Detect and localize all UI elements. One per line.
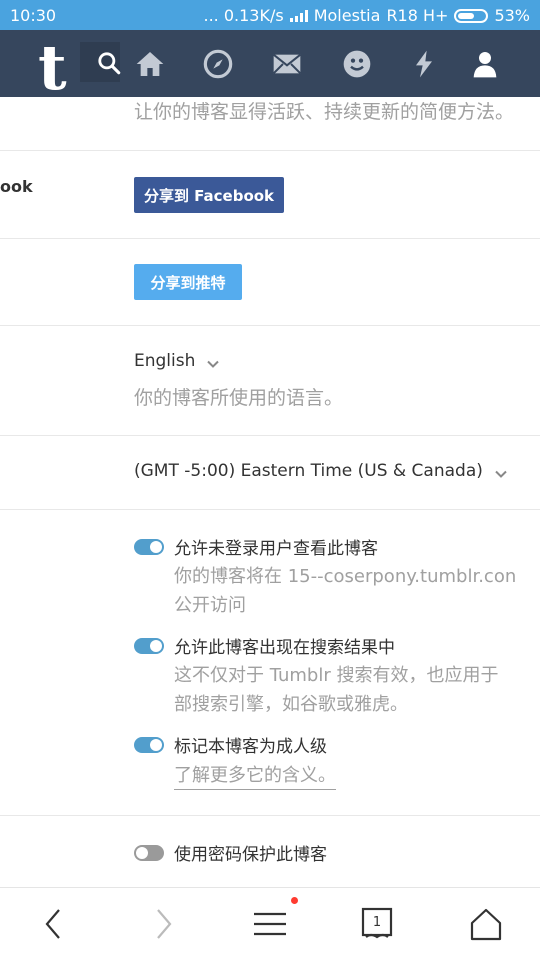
- search-icon[interactable]: [96, 50, 122, 76]
- tab-count: 1: [372, 915, 382, 930]
- publish-description: 让你的博客显得活跃、持续更新的简便方法。: [134, 101, 515, 123]
- battery-icon: [454, 8, 489, 23]
- notification-dot: [291, 897, 298, 904]
- toggle-knob: [150, 541, 162, 553]
- battery-level: 53%: [494, 6, 530, 25]
- user-icon[interactable]: [469, 48, 501, 80]
- toggle-public-access-label: 允许未登录用户查看此博客: [174, 539, 378, 559]
- toggle-adult-content[interactable]: [134, 737, 164, 753]
- divider: [0, 435, 540, 436]
- divider: [0, 150, 540, 151]
- language-value: English: [134, 351, 196, 371]
- home-icon[interactable]: [134, 48, 166, 80]
- back-icon[interactable]: [36, 906, 72, 942]
- top-nav-bar: t: [0, 30, 540, 99]
- browser-bottom-bar: 1: [0, 887, 540, 960]
- divider: [0, 815, 540, 816]
- toggle-public-access[interactable]: [134, 539, 164, 555]
- toggle-knob: [150, 739, 162, 751]
- toggle-knob: [136, 847, 148, 859]
- menu-icon[interactable]: [252, 906, 288, 942]
- compass-icon[interactable]: [202, 48, 234, 80]
- language-select[interactable]: English: [134, 351, 220, 371]
- toggle-password-protect-label: 使用密码保护此博客: [174, 845, 327, 865]
- status-time: 10:30: [10, 6, 57, 25]
- smiley-icon[interactable]: [341, 48, 373, 80]
- home-outline-icon[interactable]: [468, 906, 504, 942]
- share-facebook-button[interactable]: 分享到 Facebook: [134, 177, 284, 213]
- lightning-icon[interactable]: [408, 48, 440, 80]
- chevron-down-icon: [495, 465, 507, 478]
- toggle-search-visibility-desc-line1: 这不仅对于 Tumblr 搜索有效，也应用于: [174, 665, 499, 686]
- divider: [0, 325, 540, 326]
- divider: [0, 509, 540, 510]
- share-twitter-button[interactable]: 分享到推特: [134, 264, 242, 300]
- facebook-row-label: ook: [0, 177, 33, 196]
- toggle-knob: [150, 640, 162, 652]
- timezone-value: (GMT -5:00) Eastern Time (US & Canada): [134, 461, 483, 481]
- toggle-public-access-desc-line1: 你的博客将在 15--coserpony.tumblr.con: [174, 566, 517, 587]
- toggle-search-visibility-desc-line2: 部搜索引擎，如谷歌或雅虎。: [174, 694, 408, 715]
- settings-content: 让你的博客显得活跃、持续更新的简便方法。 ook 分享到 Facebook 分享…: [0, 97, 540, 887]
- signal-icon: [289, 9, 308, 22]
- toggle-password-protect[interactable]: [134, 845, 164, 861]
- forward-icon[interactable]: [145, 906, 181, 942]
- timezone-select[interactable]: (GMT -5:00) Eastern Time (US & Canada): [134, 461, 507, 481]
- language-description: 你的博客所使用的语言。: [134, 387, 344, 409]
- toggle-search-visibility-label: 允许此博客出现在搜索结果中: [174, 638, 395, 658]
- chevron-down-icon: [207, 355, 220, 368]
- network-speed: ... 0.13K/s: [203, 6, 284, 25]
- tumblr-logo[interactable]: t: [38, 37, 67, 99]
- learn-more-link[interactable]: 了解更多它的含义。: [174, 761, 336, 790]
- toggle-public-access-desc-line2: 公开访问: [174, 595, 246, 616]
- status-bar: 10:30 ... 0.13K/s Molestia R18 H+ 53%: [0, 0, 540, 30]
- mail-icon[interactable]: [271, 48, 303, 80]
- divider: [0, 238, 540, 239]
- status-right: ... 0.13K/s Molestia R18 H+ 53%: [204, 6, 531, 25]
- network-type: R18 H+: [386, 6, 449, 25]
- toggle-search-visibility[interactable]: [134, 638, 164, 654]
- carrier-name: Molestia: [313, 6, 381, 25]
- toggle-adult-content-label: 标记本博客为成人级: [174, 737, 327, 757]
